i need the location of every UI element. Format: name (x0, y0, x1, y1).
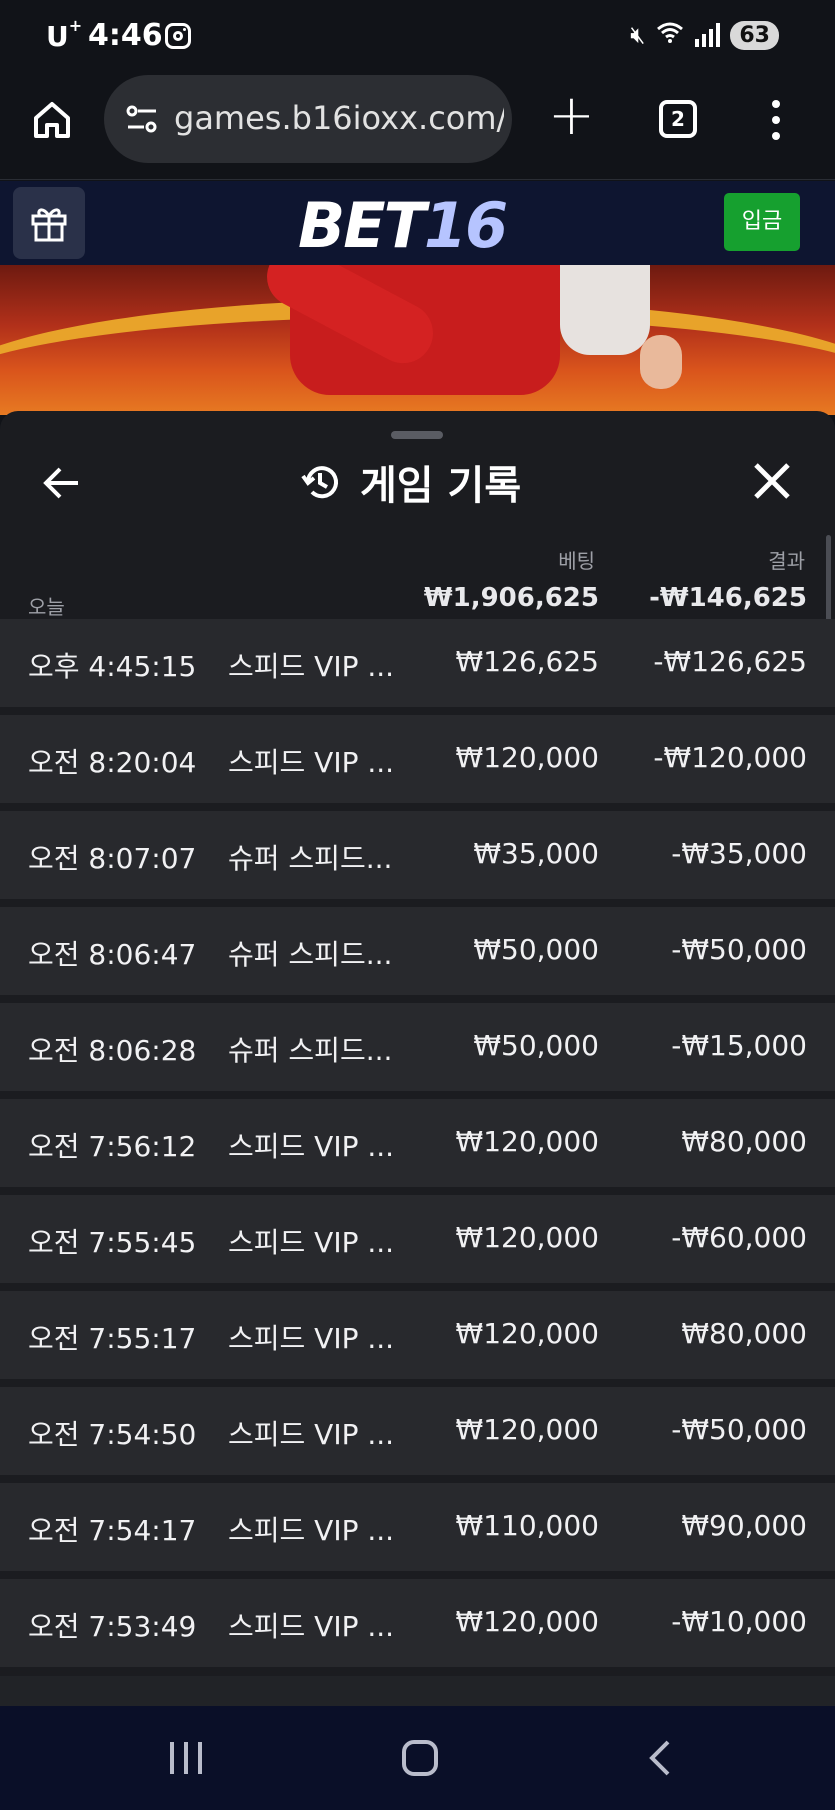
row-game: 스피드 VIP ... (228, 1322, 395, 1355)
total-result: -₩146,625 (649, 583, 807, 613)
row-result: ₩80,000 (681, 1125, 807, 1158)
arrow-left-icon[interactable] (40, 461, 84, 505)
address-bar[interactable]: games.b16ioxx.com/ (104, 75, 512, 163)
mute-icon: 🔇︎ (630, 21, 646, 49)
row-result: ₩80,000 (681, 1317, 807, 1350)
url-text[interactable]: games.b16ioxx.com/ (174, 99, 504, 137)
row-game: 슈퍼 스피드... (228, 938, 393, 971)
row-bet: ₩120,000 (455, 1317, 599, 1350)
row-time: 오전 8:20:04 (28, 746, 197, 779)
panel-title-text: 게임 기록 (360, 463, 522, 509)
row-time: 오전 7:55:45 (28, 1226, 197, 1259)
gift-icon (31, 208, 67, 242)
history-row[interactable]: 오전 8:06:47 슈퍼 스피드... ₩50,000 -₩50,000 (0, 907, 835, 995)
history-row[interactable]: 오전 7:55:45 스피드 VIP ... ₩120,000 -₩60,000 (0, 1195, 835, 1283)
column-header-result: 결과 (768, 549, 805, 573)
column-header-bet: 베팅 (558, 549, 595, 573)
instagram-icon (165, 23, 191, 49)
partial-history-row[interactable] (0, 1676, 835, 1706)
row-time: 오전 7:55:17 (28, 1322, 197, 1355)
status-icons: 🔇︎ 63 (630, 20, 779, 50)
row-time: 오전 8:06:47 (28, 938, 197, 971)
history-icon (301, 466, 338, 499)
home-button-icon[interactable] (402, 1740, 438, 1776)
row-result: -₩50,000 (671, 1413, 807, 1446)
back-icon[interactable] (640, 1738, 680, 1778)
site-header: BET16 입금 (0, 181, 835, 265)
today-label: 오늘 (28, 595, 65, 619)
history-row[interactable]: 오전 7:56:12 스피드 VIP ... ₩120,000 ₩80,000 (0, 1099, 835, 1187)
row-game: 스피드 VIP ... (228, 1418, 395, 1451)
row-bet: ₩120,000 (455, 1413, 599, 1446)
total-bet: ₩1,906,625 (423, 583, 599, 613)
close-icon[interactable] (752, 461, 792, 501)
row-bet: ₩50,000 (473, 1029, 599, 1062)
panel-title: 게임 기록 (300, 453, 521, 511)
row-time: 오전 7:54:50 (28, 1418, 197, 1451)
row-bet: ₩110,000 (455, 1509, 599, 1542)
row-result: -₩60,000 (671, 1221, 807, 1254)
row-time: 오후 4:45:15 (28, 650, 197, 683)
recent-apps-icon[interactable] (170, 1742, 202, 1774)
row-game: 스피드 VIP ... (228, 746, 395, 779)
history-list: 오후 4:45:15 스피드 VIP ... ₩126,625 -₩126,625 오… (0, 619, 835, 1675)
drag-handle[interactable] (391, 431, 443, 439)
row-bet: ₩120,000 (455, 1221, 599, 1254)
row-result: -₩15,000 (671, 1029, 807, 1062)
clock: 4:46 (88, 18, 163, 53)
history-row[interactable]: 오후 4:45:15 스피드 VIP ... ₩126,625 -₩126,625 (0, 619, 835, 707)
history-row[interactable]: 오전 8:20:04 스피드 VIP ... ₩120,000 -₩120,000 (0, 715, 835, 803)
row-bet: ₩120,000 (455, 1605, 599, 1638)
deposit-button[interactable]: 입금 (724, 193, 800, 251)
row-bet: ₩50,000 (473, 933, 599, 966)
battery-indicator: 63 (730, 20, 779, 50)
history-row[interactable]: 오전 7:54:17 스피드 VIP ... ₩110,000 ₩90,000 (0, 1483, 835, 1571)
game-history-panel: 게임 기록 베팅 결과 오늘 ₩1,906,625 -₩146,625 오후 4… (0, 411, 835, 1706)
carrier-label: U+ (46, 16, 83, 53)
more-menu-icon[interactable] (772, 100, 780, 140)
row-game: 스피드 VIP ... (228, 1130, 395, 1163)
row-bet: ₩120,000 (455, 1125, 599, 1158)
row-result: ₩90,000 (681, 1509, 807, 1542)
history-row[interactable]: 오전 8:06:28 슈퍼 스피드... ₩50,000 -₩15,000 (0, 1003, 835, 1091)
row-game: 스피드 VIP ... (228, 650, 395, 683)
history-row[interactable]: 오전 7:53:49 스피드 VIP ... ₩120,000 -₩10,000 (0, 1579, 835, 1667)
live-video-preview (0, 265, 835, 415)
row-game: 스피드 VIP ... (228, 1514, 395, 1547)
row-time: 오전 7:53:49 (28, 1610, 197, 1643)
row-bet: ₩35,000 (473, 837, 599, 870)
row-result: -₩10,000 (671, 1605, 807, 1638)
row-game: 스피드 VIP ... (228, 1226, 395, 1259)
summary-header: 베팅 결과 오늘 ₩1,906,625 -₩146,625 (0, 531, 835, 621)
row-bet: ₩120,000 (455, 741, 599, 774)
row-result: -₩126,625 (653, 645, 807, 678)
row-time: 오전 8:07:07 (28, 842, 197, 875)
row-time: 오전 7:54:17 (28, 1514, 197, 1547)
status-bar: U+ 4:46 🔇︎ 63 (0, 0, 835, 72)
tab-switcher-button[interactable]: 2 (659, 100, 697, 138)
system-nav-bar (0, 1706, 835, 1810)
new-tab-icon[interactable]: + (548, 88, 595, 144)
row-game: 스피드 VIP ... (228, 1610, 395, 1643)
gift-button[interactable] (13, 187, 85, 259)
row-result: -₩50,000 (671, 933, 807, 966)
signal-icon (695, 23, 721, 47)
screen: U+ 4:46 🔇︎ 63 games.b16ioxx.com/ + 2 BET… (0, 0, 835, 1810)
site-settings-icon[interactable] (124, 103, 160, 135)
home-icon[interactable] (30, 98, 74, 142)
row-time: 오전 7:56:12 (28, 1130, 197, 1163)
history-row[interactable]: 오전 7:54:50 스피드 VIP ... ₩120,000 -₩50,000 (0, 1387, 835, 1475)
history-row[interactable]: 오전 7:55:17 스피드 VIP ... ₩120,000 ₩80,000 (0, 1291, 835, 1379)
history-row[interactable]: 오전 8:07:07 슈퍼 스피드... ₩35,000 -₩35,000 (0, 811, 835, 899)
browser-toolbar: games.b16ioxx.com/ + 2 (0, 72, 835, 180)
row-result: -₩120,000 (653, 741, 807, 774)
row-bet: ₩126,625 (455, 645, 599, 678)
wifi-icon (655, 20, 685, 50)
row-time: 오전 8:06:28 (28, 1034, 197, 1067)
site-logo[interactable]: BET16 (298, 189, 508, 262)
row-game: 슈퍼 스피드... (228, 1034, 393, 1067)
row-result: -₩35,000 (671, 837, 807, 870)
row-game: 슈퍼 스피드... (228, 842, 393, 875)
